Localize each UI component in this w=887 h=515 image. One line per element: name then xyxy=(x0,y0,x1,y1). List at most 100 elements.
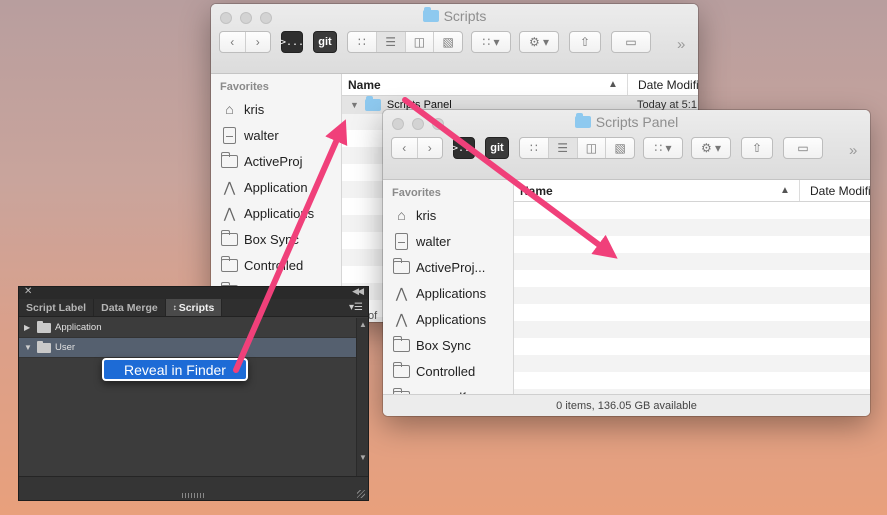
tab-script-label[interactable]: Script Label xyxy=(19,299,95,316)
sort-ascending-icon: ▲ xyxy=(780,185,790,196)
list-view-icon[interactable]: ☰ xyxy=(376,32,406,52)
sort-ascending-icon: ▲ xyxy=(608,79,618,90)
list-view-icon[interactable]: ☰ xyxy=(548,138,578,158)
icon-view-icon[interactable]: ∷ xyxy=(520,138,549,158)
column-view-icon[interactable]: ◫ xyxy=(578,138,607,158)
applications-icon: ⋀ xyxy=(395,284,408,301)
sidebar: Favorites ⌂ kris walter ActiveProj... ⋀ … xyxy=(383,180,514,405)
scroll-up-icon[interactable]: ▲ xyxy=(359,320,367,329)
titlebar: Scripts Panel ‹ › >... git ∷ ☰ ◫ ▧ ∷ ▾ ⚙… xyxy=(383,110,870,180)
status-text: 0 items, 136.05 GB available xyxy=(556,399,697,412)
applications-icon: ⋀ xyxy=(395,310,408,327)
window-title: Scripts Panel xyxy=(383,113,870,130)
close-panel-icon[interactable]: ✕ xyxy=(24,286,32,297)
sidebar-item-kris[interactable]: ⌂ kris xyxy=(211,96,341,122)
column-view-icon[interactable]: ◫ xyxy=(406,32,435,52)
arrange-button[interactable]: ∷ ▾ xyxy=(643,137,683,159)
scroll-down-icon[interactable]: ▼ xyxy=(359,453,367,462)
folder-icon xyxy=(37,320,51,333)
applications-icon: ⋀ xyxy=(223,178,236,195)
panel-tabs: Script Label Data Merge ↕ Scripts ▾☰ xyxy=(19,299,368,317)
sidebar-item-controlled[interactable]: Controlled xyxy=(383,358,513,384)
sidebar-item-controlled[interactable]: Controlled xyxy=(211,252,341,278)
context-menu-reveal-in-finder[interactable]: Reveal in Finder xyxy=(102,358,248,381)
action-gear-button[interactable]: ⚙ ▾ xyxy=(519,31,559,53)
tab-data-merge[interactable]: Data Merge xyxy=(94,299,166,316)
action-gear-button[interactable]: ⚙ ▾ xyxy=(691,137,731,159)
folder-icon xyxy=(221,229,238,248)
tags-button[interactable]: ▭ xyxy=(783,137,823,159)
panel-scrollbar[interactable]: ▲ ▼ xyxy=(356,318,368,476)
sidebar-heading: Favorites xyxy=(392,187,441,199)
home-icon: ⌂ xyxy=(225,101,234,117)
toolbar-overflow-icon[interactable]: » xyxy=(849,142,857,159)
toolbar-overflow-icon[interactable]: » xyxy=(677,36,685,53)
sidebar-item-activeproj[interactable]: ActiveProj xyxy=(211,148,341,174)
sidebar-item-walter[interactable]: walter xyxy=(383,228,513,254)
status-text: of xyxy=(368,310,378,322)
terminal-button[interactable]: >... xyxy=(452,137,476,159)
coverflow-view-icon[interactable]: ▧ xyxy=(606,138,634,158)
folder-icon xyxy=(393,335,410,354)
folder-icon xyxy=(422,7,439,22)
panel-menu-icon[interactable]: ▾☰ xyxy=(349,302,363,313)
toolbar: ‹ › >... git ∷ ☰ ◫ ▧ ∷ ▾ ⚙ ▾ ⇧ ▭ » xyxy=(391,137,862,159)
icon-view-icon[interactable]: ∷ xyxy=(348,32,377,52)
share-button[interactable]: ⇧ xyxy=(741,137,773,159)
tree-item-user[interactable]: ▼ User xyxy=(19,338,356,358)
sidebar-item-box-sync[interactable]: Box Sync xyxy=(383,332,513,358)
window-title: Scripts xyxy=(211,7,698,24)
status-bar: 0 items, 136.05 GB available xyxy=(383,394,870,416)
arrange-button[interactable]: ∷ ▾ xyxy=(471,31,511,53)
coverflow-view-icon[interactable]: ▧ xyxy=(434,32,462,52)
terminal-button[interactable]: >... xyxy=(280,31,304,53)
git-button[interactable]: git xyxy=(313,31,337,53)
resize-grip-icon[interactable] xyxy=(182,493,204,498)
column-date-header[interactable]: Date Modifi xyxy=(627,74,698,95)
sidebar-heading: Favorites xyxy=(220,81,269,93)
sidebar-item-kris[interactable]: ⌂ kris xyxy=(383,202,513,228)
back-button[interactable]: ‹ xyxy=(392,138,418,158)
scripts-tree: ▶ Application ▼ User xyxy=(19,318,356,476)
sidebar: Favorites ⌂ kris walter ActiveProj ⋀ App… xyxy=(211,74,342,322)
sidebar-item-applications[interactable]: ⋀ Applications xyxy=(383,280,513,306)
drive-icon xyxy=(221,126,238,144)
tab-scripts[interactable]: ↕ Scripts xyxy=(165,299,223,316)
sidebar-item-applications-2[interactable]: ⋀ Applications xyxy=(383,306,513,332)
applications-icon: ⋀ xyxy=(223,204,236,221)
forward-button[interactable]: › xyxy=(246,32,271,52)
folder-icon xyxy=(393,361,410,380)
expand-triangle-icon[interactable]: ▶ xyxy=(24,323,33,332)
sidebar-item-walter[interactable]: walter xyxy=(211,122,341,148)
share-button[interactable]: ⇧ xyxy=(569,31,601,53)
back-button[interactable]: ‹ xyxy=(220,32,246,52)
view-mode-buttons: ∷ ☰ ◫ ▧ xyxy=(519,137,635,159)
sidebar-item-applications[interactable]: ⋀ Applications xyxy=(211,200,341,226)
disclosure-triangle-icon[interactable]: ▼ xyxy=(350,100,359,110)
sidebar-item-box-sync[interactable]: Box Sync xyxy=(211,226,341,252)
collapse-triangle-icon[interactable]: ▼ xyxy=(24,343,33,352)
sidebar-item-activeproj[interactable]: ActiveProj... xyxy=(383,254,513,280)
column-name-header[interactable]: Name xyxy=(342,78,381,92)
back-forward-buttons: ‹ › xyxy=(219,31,271,53)
column-header: Name ▲ Date Modifi xyxy=(342,74,698,96)
tree-item-application[interactable]: ▶ Application xyxy=(19,318,356,338)
panel-titlebar: ✕ ◀◀ xyxy=(19,286,368,299)
folder-icon xyxy=(221,151,238,170)
folder-icon xyxy=(364,96,381,111)
sidebar-item-application[interactable]: ⋀ Application xyxy=(211,174,341,200)
column-header: Name ▲ Date Modifi xyxy=(514,180,870,202)
tags-button[interactable]: ▭ xyxy=(611,31,651,53)
scripts-panel: ✕ ◀◀ Script Label Data Merge ↕ Scripts ▾… xyxy=(18,286,369,501)
panel-footer xyxy=(19,476,368,500)
view-mode-buttons: ∷ ☰ ◫ ▧ xyxy=(347,31,463,53)
back-forward-buttons: ‹ › xyxy=(391,137,443,159)
git-button[interactable]: git xyxy=(485,137,509,159)
finder-window-scripts-panel: Scripts Panel ‹ › >... git ∷ ☰ ◫ ▧ ∷ ▾ ⚙… xyxy=(383,110,870,416)
forward-button[interactable]: › xyxy=(418,138,443,158)
column-name-header[interactable]: Name xyxy=(514,184,553,198)
resize-corner-icon[interactable] xyxy=(357,490,365,498)
home-icon: ⌂ xyxy=(397,207,406,223)
column-date-header[interactable]: Date Modifi xyxy=(799,180,870,201)
collapse-panel-icon[interactable]: ◀◀ xyxy=(352,286,364,297)
